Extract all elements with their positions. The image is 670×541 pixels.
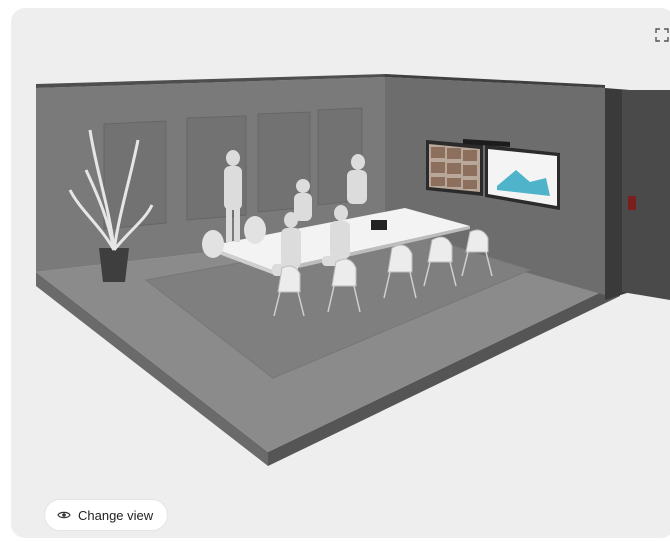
wall-panel-1 — [103, 120, 167, 230]
room-viewer: Change view — [11, 8, 670, 538]
table-tablet — [371, 220, 387, 230]
eye-icon — [57, 510, 71, 520]
expand-fullscreen-icon — [655, 28, 669, 42]
door-panel-button — [628, 196, 636, 210]
change-view-button[interactable]: Change view — [45, 500, 168, 530]
door — [622, 90, 670, 300]
room-illustration[interactable] — [11, 8, 670, 538]
video-tiles — [431, 147, 477, 189]
change-view-label: Change view — [78, 507, 154, 523]
expand-fullscreen-button[interactable] — [651, 24, 670, 46]
